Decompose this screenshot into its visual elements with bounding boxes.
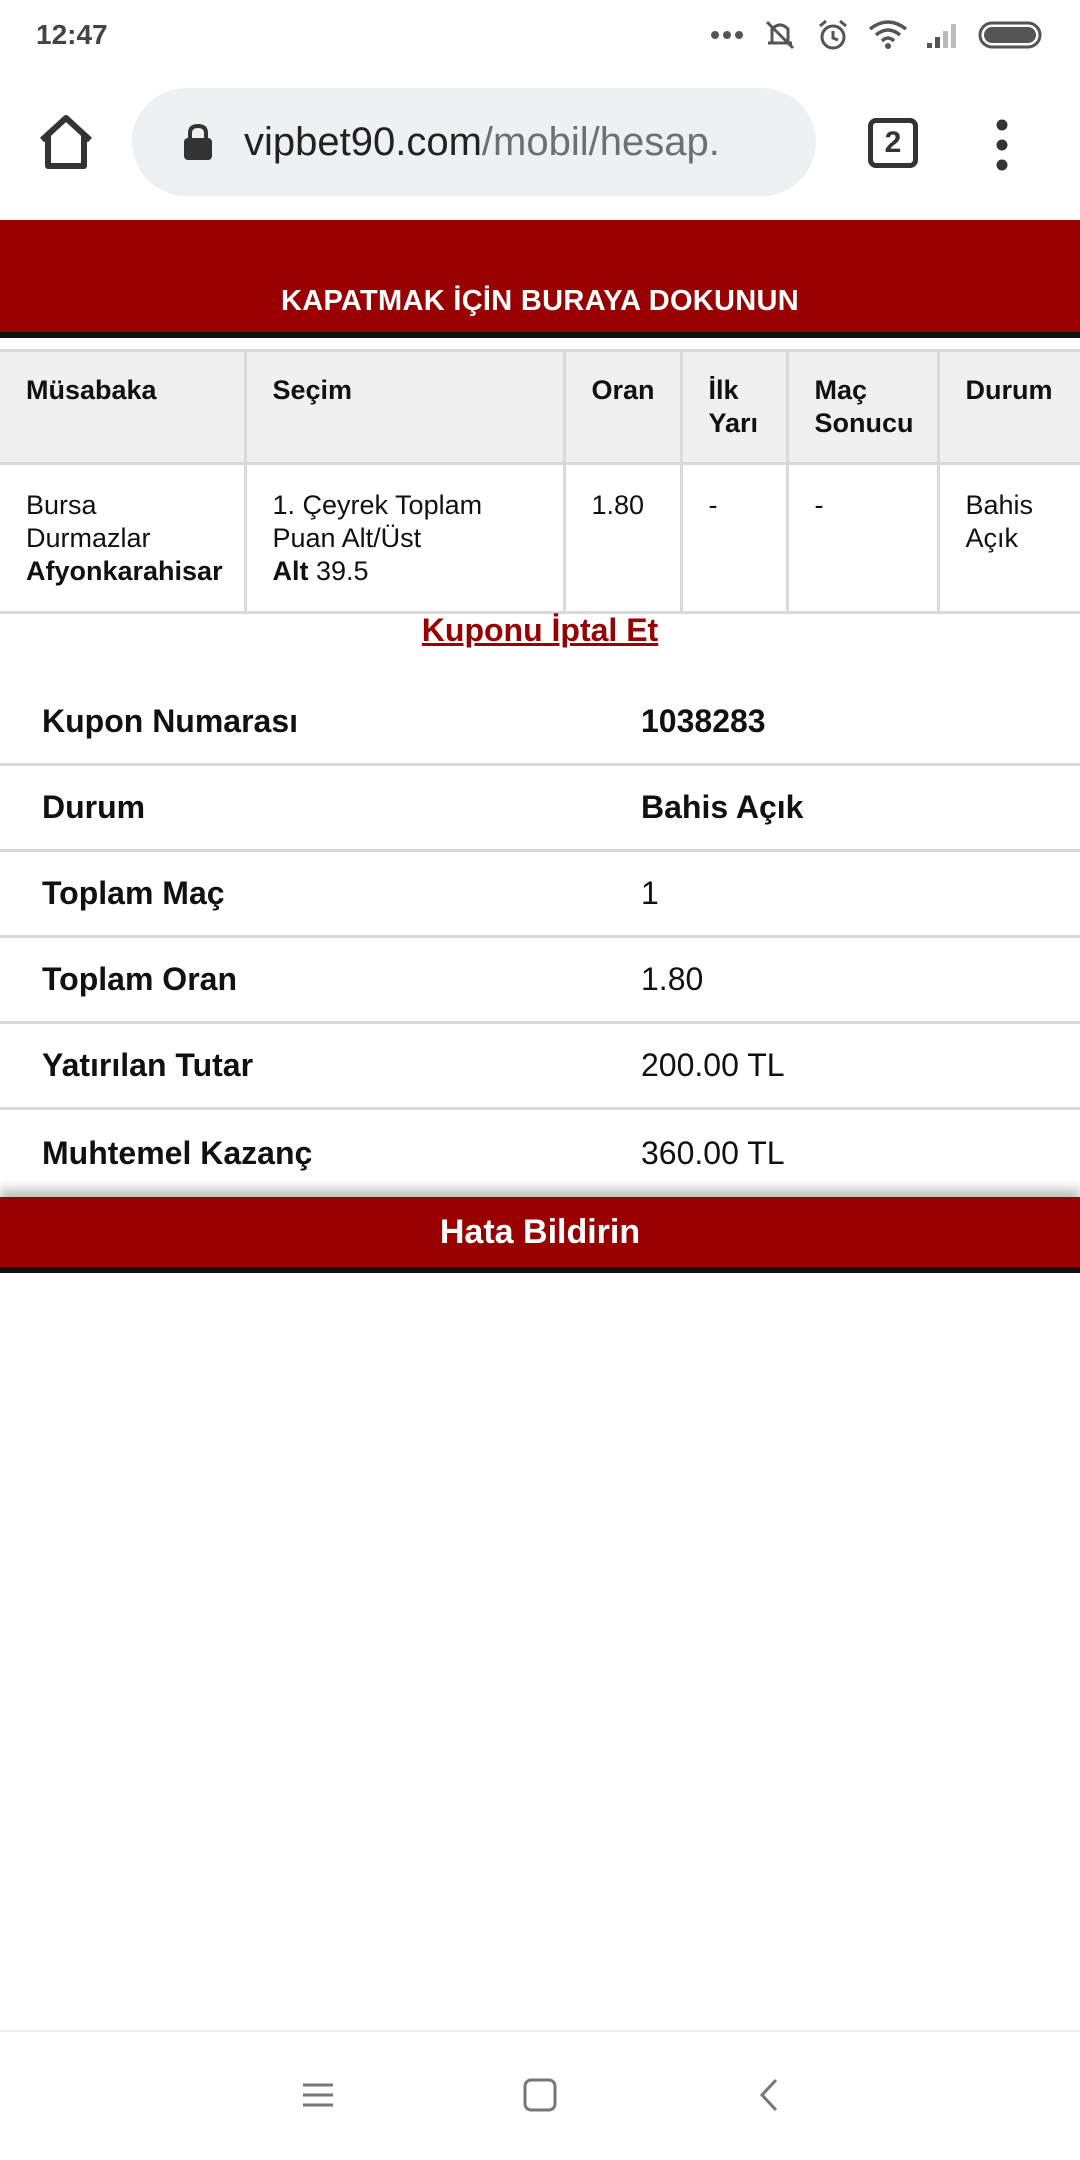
tab-switcher-button[interactable]: 2 <box>868 118 918 168</box>
summary-label: Yatırılan Tutar <box>42 1047 254 1083</box>
cell-odds: 1.80 <box>562 462 683 614</box>
report-error-button[interactable]: Hata Bildirin <box>0 1197 1080 1273</box>
url-text: vipbet90.com/mobil/hesap. <box>244 120 720 165</box>
summary-row-status: Durum Bahis Açık <box>0 766 1080 852</box>
summary-value: 1.80 <box>641 961 704 997</box>
url-bar[interactable]: vipbet90.com/mobil/hesap. <box>132 88 816 196</box>
market-name: 1. Çeyrek Toplam Puan Alt/Üst <box>272 490 483 553</box>
header-musabaka: Müsabaka <box>0 349 247 465</box>
summary-value: 200.00 TL <box>641 1047 785 1083</box>
home-team: Bursa Durmazlar <box>26 490 151 553</box>
header-durum: Durum <box>936 349 1080 465</box>
selection-pick-line: Alt 39.5 <box>273 555 537 588</box>
close-banner-label: KAPATMAK İÇİN BURAYA DOKUNUN <box>280 285 800 317</box>
summary-value: 1 <box>641 875 659 911</box>
summary-value: 1038283 <box>641 703 766 739</box>
browser-toolbar: vipbet90.com/mobil/hesap. 2 <box>0 70 1080 220</box>
system-nav-bar <box>0 2030 1080 2160</box>
summary-label: Toplam Oran <box>42 961 237 997</box>
summary-row-coupon-number: Kupon Numarası 1038283 <box>0 680 1080 766</box>
header-ilk-yari: İlk Yarı <box>679 349 789 465</box>
table-header-row: Müsabaka Seçim Oran İlk Yarı Maç Sonucu … <box>0 349 1080 465</box>
summary-value: 360.00 TL <box>641 1134 785 1171</box>
status-icons <box>710 17 1044 53</box>
home-icon[interactable] <box>36 112 96 172</box>
home-nav-icon[interactable] <box>522 2077 558 2113</box>
summary-row-total-matches: Toplam Maç 1 <box>0 852 1080 938</box>
wifi-icon <box>868 20 908 49</box>
close-banner[interactable]: KAPATMAK İÇİN BURAYA DOKUNUN <box>0 220 1080 338</box>
cell-status: Bahis Açık <box>936 462 1080 614</box>
line: 39.5 <box>308 556 369 586</box>
summary-row-potential-win: Muhtemel Kazanç 360.00 TL <box>0 1110 1080 1196</box>
table-row: Bursa Durmazlar Afyonkarahisar 1. Çeyrek… <box>0 462 1080 614</box>
url-domain: vipbet90.com <box>244 119 482 164</box>
url-path: /mobil/hesap. <box>481 119 720 164</box>
summary-value: Bahis Açık <box>641 789 804 825</box>
status-time: 12:47 <box>36 19 108 50</box>
cell-first-half: - <box>679 462 789 614</box>
signal-icon <box>927 24 956 48</box>
lock-icon <box>184 123 212 160</box>
header-oran: Oran <box>562 349 683 465</box>
header-secim: Seçim <box>243 349 566 465</box>
summary-label: Kupon Numarası <box>42 703 299 739</box>
summary-label: Toplam Maç <box>42 875 225 911</box>
alarm-icon <box>819 19 847 50</box>
cancel-coupon-link[interactable]: Kuponu İptal Et <box>0 612 1080 649</box>
battery-icon <box>978 21 1042 49</box>
away-team: Afyonkarahisar <box>26 556 223 586</box>
recent-apps-icon[interactable] <box>300 2077 336 2113</box>
cell-match-result: - <box>785 462 940 614</box>
summary-label: Muhtemel Kazanç <box>42 1134 313 1171</box>
cell-selection: 1. Çeyrek Toplam Puan Alt/Üst Alt 39.5 <box>243 462 566 614</box>
more-options-icon[interactable] <box>990 118 1014 172</box>
summary-label: Durum <box>42 789 146 825</box>
header-mac-sonucu: Maç Sonucu <box>785 349 940 465</box>
report-error-label: Hata Bildirin <box>439 1212 641 1251</box>
more-notifications-icon <box>711 31 743 39</box>
bet-table: Müsabaka Seçim Oran İlk Yarı Maç Sonucu … <box>0 349 1080 614</box>
coupon-summary: Kupon Numarası 1038283 Durum Bahis Açık … <box>0 680 1080 1196</box>
back-icon[interactable] <box>752 2077 788 2113</box>
cell-match: Bursa Durmazlar Afyonkarahisar <box>0 462 247 614</box>
vibrate-off-icon <box>765 20 795 50</box>
screen: 12:47 vipbet90.com/mobil/hesap. 2 KAPATM… <box>0 0 1080 2160</box>
status-bar: 12:47 <box>0 0 1080 70</box>
pick: Alt <box>272 556 309 586</box>
summary-row-total-odds: Toplam Oran 1.80 <box>0 938 1080 1024</box>
summary-row-stake: Yatırılan Tutar 200.00 TL <box>0 1024 1080 1110</box>
